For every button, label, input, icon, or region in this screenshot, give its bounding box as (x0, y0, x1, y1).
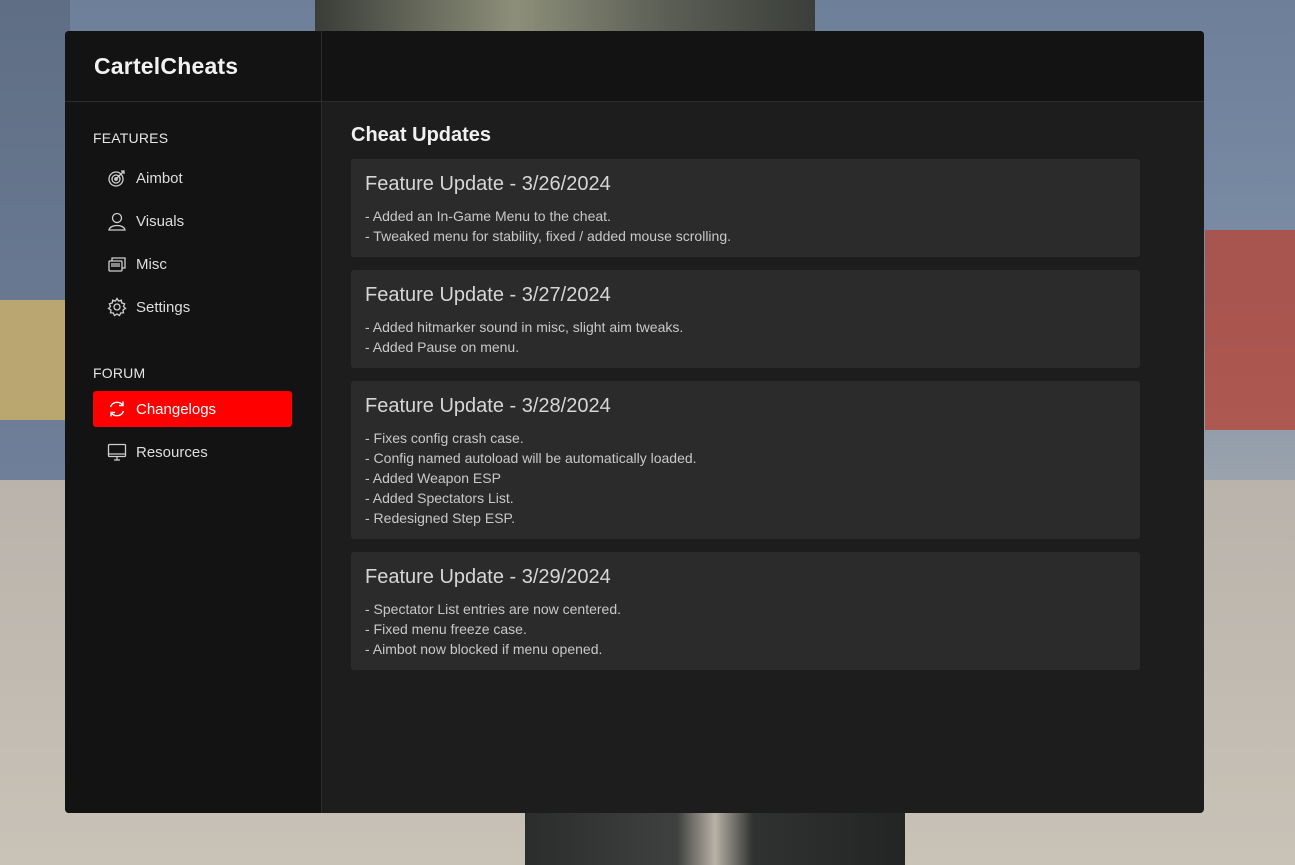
sidebar-item-aimbot[interactable]: Aimbot (93, 160, 292, 196)
changelog-content: Cheat Updates Feature Update - 3/26/2024… (322, 102, 1204, 813)
page-title: Cheat Updates (351, 124, 492, 146)
monitor-icon (107, 442, 127, 462)
update-line: - Added hitmarker sound in misc, slight … (365, 319, 684, 335)
features-section-label: FEATURES (93, 130, 169, 146)
update-line: - Redesigned Step ESP. (365, 510, 515, 526)
sidebar: FEATURES Aimbot Visuals Misc Settings FO… (65, 102, 322, 813)
user-icon (107, 211, 127, 231)
update-card: Feature Update - 3/29/2024 - Spectator L… (351, 552, 1140, 670)
update-card: Feature Update - 3/26/2024 - Added an In… (351, 159, 1140, 257)
brand-header: CartelCheats (65, 31, 322, 102)
layers-icon (107, 254, 127, 274)
update-line: - Added Spectators List. (365, 490, 514, 506)
update-line: - Aimbot now blocked if menu opened. (365, 641, 603, 657)
update-title: Feature Update - 3/26/2024 (365, 173, 611, 195)
forum-section-label: FORUM (93, 365, 146, 381)
update-line: - Added an In-Game Menu to the cheat. (365, 208, 611, 224)
update-line: - Fixed menu freeze case. (365, 621, 527, 637)
sidebar-item-visuals[interactable]: Visuals (93, 203, 292, 239)
update-line: - Added Weapon ESP (365, 470, 501, 486)
update-line: - Spectator List entries are now centere… (365, 601, 622, 617)
brand-title: CartelCheats (94, 52, 239, 79)
sidebar-item-label: Settings (136, 298, 191, 316)
sidebar-item-label: Changelogs (136, 400, 217, 418)
sidebar-item-resources[interactable]: Resources (93, 434, 292, 470)
update-line: - Fixes config crash case. (365, 430, 524, 446)
sidebar-item-changelogs[interactable]: Changelogs (93, 391, 292, 427)
target-icon (107, 168, 127, 188)
update-card: Feature Update - 3/27/2024 - Added hitma… (351, 270, 1140, 368)
sidebar-item-label: Misc (136, 255, 167, 273)
sidebar-item-misc[interactable]: Misc (93, 246, 292, 282)
gear-icon (107, 297, 127, 317)
update-line: - Added Pause on menu. (365, 339, 520, 355)
sidebar-item-label: Resources (136, 443, 208, 461)
sidebar-item-label: Visuals (136, 212, 185, 230)
update-title: Feature Update - 3/27/2024 (365, 284, 611, 306)
sidebar-item-label: Aimbot (136, 169, 183, 187)
sidebar-item-settings[interactable]: Settings (93, 289, 292, 325)
update-title: Feature Update - 3/29/2024 (365, 566, 611, 588)
update-title: Feature Update - 3/28/2024 (365, 395, 611, 417)
top-bar (322, 31, 1204, 102)
update-card: Feature Update - 3/28/2024 - Fixes confi… (351, 381, 1140, 539)
cheat-menu-window: CartelCheats FEATURES Aimbot Visuals Mis… (65, 31, 1204, 813)
update-line: - Tweaked menu for stability, fixed / ad… (365, 228, 731, 244)
refresh-icon (107, 399, 127, 419)
update-line: - Config named autoload will be automati… (365, 450, 697, 466)
